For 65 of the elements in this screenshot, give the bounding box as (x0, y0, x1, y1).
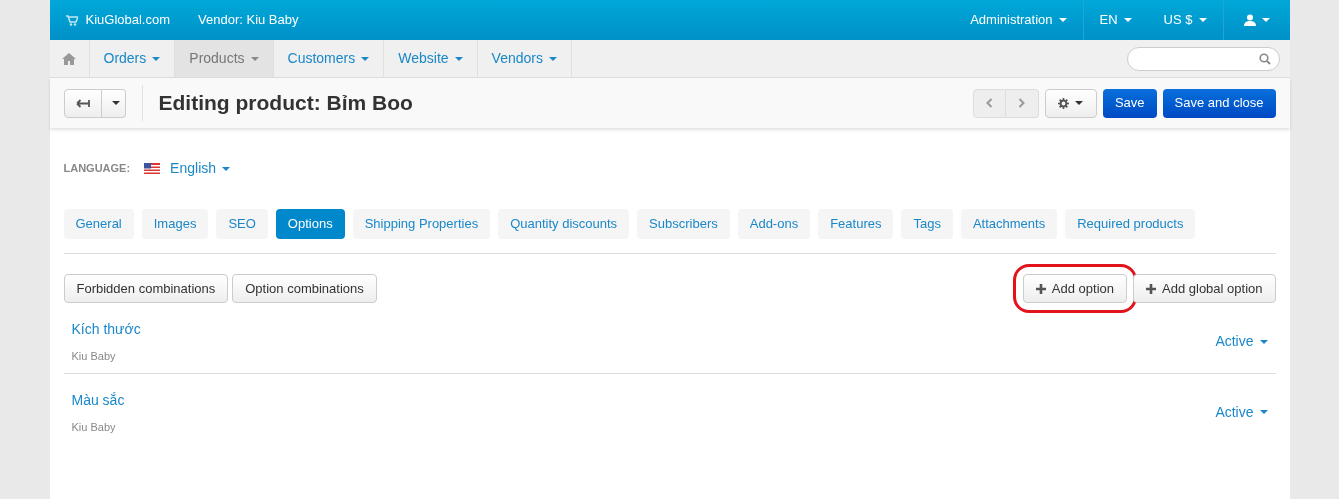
caret-icon (1259, 339, 1268, 344)
nav-item[interactable]: Website (384, 40, 478, 77)
save-button[interactable]: Save (1102, 88, 1157, 118)
status-dropdown[interactable]: Active (1215, 331, 1268, 352)
store-link[interactable]: KiuGlobal.com (85, 10, 171, 30)
tab[interactable]: Quantity discounts (498, 209, 630, 239)
top-menu[interactable]: EN (1083, 0, 1148, 40)
page-title: Editing product: Bỉm Boo (158, 90, 413, 117)
caret-icon (1075, 101, 1084, 105)
caret-icon (361, 56, 370, 61)
tab[interactable]: Options (275, 209, 345, 239)
caret-icon (222, 166, 231, 171)
user-icon (1243, 14, 1256, 26)
home-icon (62, 52, 76, 65)
option-name-link[interactable]: Kích thước (71, 319, 141, 340)
vendor-label: Vendor: Kiu Baby (198, 11, 299, 30)
language-dropdown[interactable]: English (170, 158, 231, 179)
caret-icon (152, 56, 161, 61)
option-name-link[interactable]: Màu sắc (71, 389, 125, 411)
tab[interactable]: General (63, 209, 134, 239)
nav-item[interactable]: Products (175, 40, 274, 77)
caret-icon (112, 101, 120, 105)
caret-icon (1198, 18, 1207, 22)
language-label: LANGUAGE: (63, 161, 131, 177)
flag-icon (144, 163, 161, 174)
combination-button[interactable]: Forbidden combinations (63, 274, 229, 303)
caret-icon (1058, 18, 1067, 22)
caret-icon (454, 56, 463, 61)
tab[interactable]: Features (818, 209, 894, 239)
tab[interactable]: Images (141, 209, 209, 239)
nav-item[interactable]: Customers (273, 40, 385, 77)
settings-icon (1058, 97, 1070, 109)
cart-icon (65, 14, 78, 26)
caret-icon (250, 56, 259, 61)
plus-icon (1035, 283, 1046, 294)
search-field[interactable] (1126, 46, 1280, 71)
add-option-button[interactable]: Add option (1022, 274, 1127, 303)
back-arrow-icon (75, 98, 90, 108)
option-vendor: Kiu Baby (71, 419, 117, 435)
settings-button[interactable] (1044, 88, 1097, 118)
previous-button[interactable] (972, 88, 1006, 118)
option-vendor: Kiu Baby (71, 349, 117, 364)
caret-icon (1259, 410, 1268, 414)
save-button[interactable]: Save and close (1162, 88, 1276, 118)
caret-icon (548, 56, 557, 61)
caret-icon (1123, 18, 1132, 22)
chevron-right-icon (1018, 98, 1026, 108)
next-button[interactable] (1005, 88, 1039, 118)
status-dropdown[interactable]: Active (1215, 401, 1268, 423)
tab[interactable]: Required products (1065, 209, 1196, 239)
tab[interactable]: Subscribers (637, 209, 730, 239)
tab[interactable]: Shipping Properties (352, 209, 491, 239)
caret-icon (1261, 18, 1270, 22)
tab[interactable]: Add-ons (737, 209, 811, 239)
tab[interactable]: SEO (216, 209, 268, 239)
tab[interactable]: Tags (901, 209, 953, 239)
chevron-left-icon (985, 98, 993, 108)
nav-item[interactable]: Vendors (477, 40, 572, 77)
dropdown-button[interactable] (101, 88, 126, 118)
add-option-button[interactable]: Add global option (1133, 274, 1276, 303)
search-icon (1258, 52, 1271, 65)
plus-icon (1146, 283, 1156, 294)
tab[interactable]: Attachments (960, 209, 1058, 239)
back-button[interactable] (63, 88, 102, 118)
combination-button[interactable]: Option combinations (232, 274, 377, 303)
